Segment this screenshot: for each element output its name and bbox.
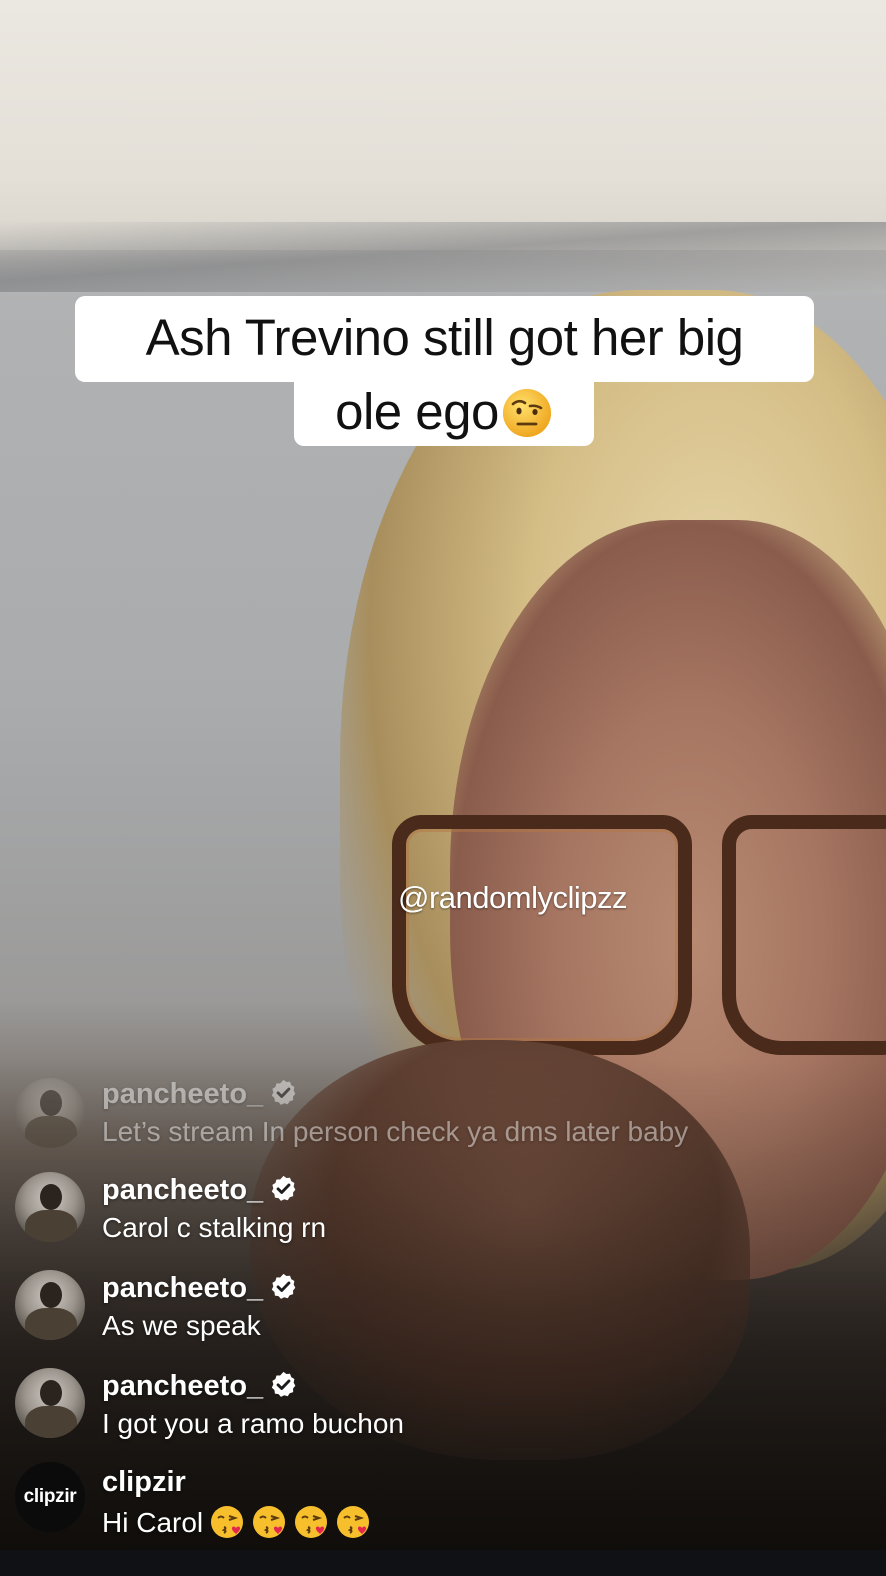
comment-item: pancheeto_ Carol c stalking rn xyxy=(0,1168,886,1258)
clipzir-avatar[interactable]: clipzir xyxy=(15,1462,85,1532)
kissing-heart-emoji-icon xyxy=(211,1506,244,1538)
comment-message: As we speak xyxy=(102,1310,261,1341)
verified-badge-icon xyxy=(271,1371,296,1397)
comment-item: clipzir clipzir Hi Carol xyxy=(0,1462,886,1552)
verified-badge-icon xyxy=(271,1175,296,1201)
avatar-brand-text: clipzir xyxy=(23,1486,77,1507)
watermark-handle: @randomlyclipzz xyxy=(398,880,627,915)
comment-username[interactable]: pancheeto_ xyxy=(102,1078,298,1111)
comment-username[interactable]: clipzir xyxy=(102,1466,186,1499)
verified-badge-icon xyxy=(271,1079,296,1105)
wall-shadow xyxy=(0,222,886,292)
caption-text-1: Ash Trevino still got her big xyxy=(145,309,744,366)
caption-line-2: ole ego xyxy=(294,378,594,446)
avatar[interactable] xyxy=(15,1172,85,1242)
caption-text-2: ole ego xyxy=(335,383,499,440)
ceiling xyxy=(0,0,886,250)
avatar[interactable] xyxy=(15,1270,85,1340)
comment-username[interactable]: pancheeto_ xyxy=(102,1272,298,1305)
comment-item: pancheeto_ As we speak xyxy=(0,1266,886,1356)
comment-message: I got you a ramo buchon xyxy=(102,1408,404,1439)
comment-message: Carol c stalking rn xyxy=(102,1212,327,1243)
kissing-heart-emoji-icon xyxy=(295,1506,328,1538)
raised-eyebrow-emoji-icon xyxy=(501,387,553,439)
glasses-right-lens xyxy=(722,815,886,1055)
comment-message: Let’s stream In person check ya dms late… xyxy=(102,1116,689,1147)
bottom-bar xyxy=(0,1550,886,1576)
avatar[interactable] xyxy=(15,1078,85,1148)
comment-message: Hi Carol xyxy=(102,1504,371,1540)
comment-username[interactable]: pancheeto_ xyxy=(102,1174,298,1207)
kissing-heart-emoji-icon xyxy=(337,1506,370,1538)
verified-badge-icon xyxy=(271,1273,296,1299)
kissing-heart-emoji-icon xyxy=(253,1506,286,1538)
streamer-glasses xyxy=(392,815,886,1065)
avatar[interactable] xyxy=(15,1368,85,1438)
comment-item: pancheeto_ I got you a ramo buchon xyxy=(0,1364,886,1454)
comment-username[interactable]: pancheeto_ xyxy=(102,1370,298,1403)
comment-item: pancheeto_ Let’s stream In person check … xyxy=(0,1070,886,1160)
caption-line-1: Ash Trevino still got her big xyxy=(75,296,814,382)
glasses-left-lens xyxy=(392,815,692,1055)
